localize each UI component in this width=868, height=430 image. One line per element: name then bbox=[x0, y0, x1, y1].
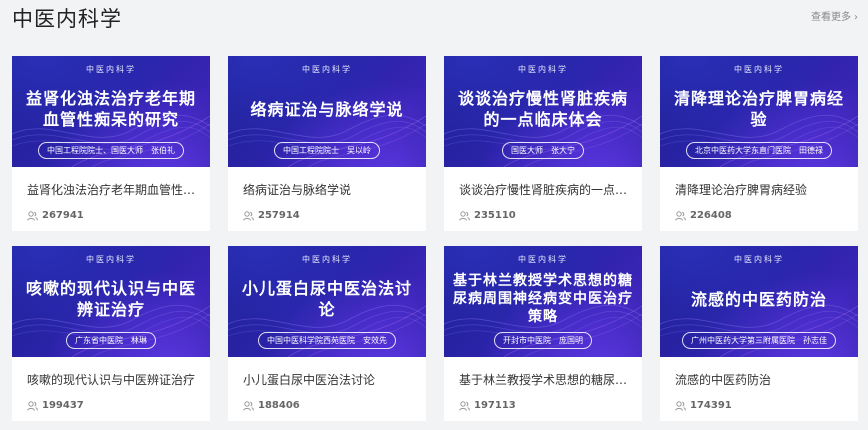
view-count-value: 188406 bbox=[258, 400, 300, 411]
cover-title: 络病证治与脉络学说 bbox=[250, 99, 404, 119]
cover-author-badge: 中国中医科学院西苑医院 安效先 bbox=[258, 332, 396, 349]
course-title[interactable]: 益肾化浊法治疗老年期血管性… bbox=[12, 167, 210, 198]
cover-category-label: 中医内科学 bbox=[518, 65, 568, 74]
course-title[interactable]: 络病证治与脉络学说 bbox=[228, 167, 426, 198]
cover-title: 流感的中医药防治 bbox=[690, 289, 827, 309]
course-cover[interactable]: 中医内科学 谈谈治疗慢性肾脏疾病的一点临床体会 国医大师 张大宁 bbox=[444, 56, 642, 167]
view-count: 226408 bbox=[660, 198, 858, 222]
cover-author-badge: 广州中医药大学第三附属医院 孙志佳 bbox=[682, 332, 836, 349]
course-grid: 中医内科学 益肾化浊法治疗老年期血管性痴呆的研究 中国工程院院士、国医大师 张伯… bbox=[12, 56, 858, 421]
course-card-6[interactable]: 中医内科学 小儿蛋白尿中医治法讨论 中国中医科学院西苑医院 安效先 小儿蛋白尿中… bbox=[228, 246, 426, 421]
course-cover[interactable]: 中医内科学 小儿蛋白尿中医治法讨论 中国中医科学院西苑医院 安效先 bbox=[228, 246, 426, 357]
view-count-value: 267941 bbox=[42, 210, 84, 221]
cover-author-badge: 中国工程院院士、国医大师 张伯礼 bbox=[38, 142, 184, 159]
course-cover[interactable]: 中医内科学 流感的中医药防治 广州中医药大学第三附属医院 孙志佳 bbox=[660, 246, 858, 357]
view-count: 199437 bbox=[12, 388, 210, 412]
cover-title: 清降理论治疗脾胃病经验 bbox=[673, 89, 844, 129]
viewers-icon bbox=[27, 210, 38, 221]
cover-title: 基于林兰教授学术思想的糖尿病周围神经病变中医治疗策略 bbox=[453, 273, 633, 325]
cover-title: 小儿蛋白尿中医治法讨论 bbox=[241, 279, 412, 319]
view-count: 267941 bbox=[12, 198, 210, 222]
cover-category-label: 中医内科学 bbox=[86, 255, 136, 264]
cover-category-label: 中医内科学 bbox=[734, 255, 784, 264]
view-more-link[interactable]: 查看更多 › bbox=[811, 11, 858, 25]
view-count-value: 235110 bbox=[474, 210, 516, 221]
viewers-icon bbox=[459, 210, 470, 221]
chevron-right-icon: › bbox=[854, 12, 858, 23]
view-count-value: 174391 bbox=[690, 400, 732, 411]
cover-title: 益肾化浊法治疗老年期血管性痴呆的研究 bbox=[25, 89, 196, 129]
view-count-value: 226408 bbox=[690, 210, 732, 221]
course-card-8[interactable]: 中医内科学 流感的中医药防治 广州中医药大学第三附属医院 孙志佳 流感的中医药防… bbox=[660, 246, 858, 421]
cover-author-badge: 广东省中医院 林琳 bbox=[66, 332, 156, 349]
course-card-2[interactable]: 中医内科学 络病证治与脉络学说 中国工程院院士 吴以岭 络病证治与脉络学说 25… bbox=[228, 56, 426, 231]
course-cover[interactable]: 中医内科学 清降理论治疗脾胃病经验 北京中医药大学东直门医院 田德禄 bbox=[660, 56, 858, 167]
viewers-icon bbox=[459, 400, 470, 411]
view-more-label: 查看更多 bbox=[811, 12, 851, 23]
course-cover[interactable]: 中医内科学 益肾化浊法治疗老年期血管性痴呆的研究 中国工程院院士、国医大师 张伯… bbox=[12, 56, 210, 167]
course-card-5[interactable]: 中医内科学 咳嗽的现代认识与中医辨证治疗 广东省中医院 林琳 咳嗽的现代认识与中… bbox=[12, 246, 210, 421]
cover-author-badge: 中国工程院院士 吴以岭 bbox=[274, 142, 380, 159]
view-count-value: 197113 bbox=[474, 400, 516, 411]
cover-category-label: 中医内科学 bbox=[302, 255, 352, 264]
cover-author-badge: 北京中医药大学东直门医院 田德禄 bbox=[686, 142, 832, 159]
course-title[interactable]: 基于林兰教授学术思想的糖尿… bbox=[444, 357, 642, 388]
view-count-value: 257914 bbox=[258, 210, 300, 221]
viewers-icon bbox=[675, 400, 686, 411]
cover-category-label: 中医内科学 bbox=[302, 65, 352, 74]
viewers-icon bbox=[675, 210, 686, 221]
cover-category-label: 中医内科学 bbox=[518, 255, 568, 264]
course-title[interactable]: 咳嗽的现代认识与中医辨证治疗 bbox=[12, 357, 210, 388]
view-count-value: 199437 bbox=[42, 400, 84, 411]
course-card-7[interactable]: 中医内科学 基于林兰教授学术思想的糖尿病周围神经病变中医治疗策略 开封市中医院 … bbox=[444, 246, 642, 421]
view-count: 174391 bbox=[660, 388, 858, 412]
view-count: 188406 bbox=[228, 388, 426, 412]
viewers-icon bbox=[243, 210, 254, 221]
course-card-3[interactable]: 中医内科学 谈谈治疗慢性肾脏疾病的一点临床体会 国医大师 张大宁 谈谈治疗慢性肾… bbox=[444, 56, 642, 231]
course-title[interactable]: 谈谈治疗慢性肾脏疾病的一点… bbox=[444, 167, 642, 198]
view-count: 235110 bbox=[444, 198, 642, 222]
cover-category-label: 中医内科学 bbox=[86, 65, 136, 74]
course-title[interactable]: 小儿蛋白尿中医治法讨论 bbox=[228, 357, 426, 388]
section-title: 中医内科学 bbox=[12, 7, 122, 31]
cover-author-badge: 开封市中医院 庞国明 bbox=[494, 332, 592, 349]
course-title[interactable]: 流感的中医药防治 bbox=[660, 357, 858, 388]
cover-category-label: 中医内科学 bbox=[734, 65, 784, 74]
view-count: 257914 bbox=[228, 198, 426, 222]
section-header: 中医内科学 查看更多 › bbox=[12, 0, 858, 38]
cover-title: 咳嗽的现代认识与中医辨证治疗 bbox=[25, 279, 196, 319]
course-title[interactable]: 清降理论治疗脾胃病经验 bbox=[660, 167, 858, 198]
cover-author-badge: 国医大师 张大宁 bbox=[502, 142, 584, 159]
course-card-1[interactable]: 中医内科学 益肾化浊法治疗老年期血管性痴呆的研究 中国工程院院士、国医大师 张伯… bbox=[12, 56, 210, 231]
course-cover[interactable]: 中医内科学 咳嗽的现代认识与中医辨证治疗 广东省中医院 林琳 bbox=[12, 246, 210, 357]
course-cover[interactable]: 中医内科学 基于林兰教授学术思想的糖尿病周围神经病变中医治疗策略 开封市中医院 … bbox=[444, 246, 642, 357]
view-count: 197113 bbox=[444, 388, 642, 412]
course-card-4[interactable]: 中医内科学 清降理论治疗脾胃病经验 北京中医药大学东直门医院 田德禄 清降理论治… bbox=[660, 56, 858, 231]
course-cover[interactable]: 中医内科学 络病证治与脉络学说 中国工程院院士 吴以岭 bbox=[228, 56, 426, 167]
viewers-icon bbox=[27, 400, 38, 411]
cover-title: 谈谈治疗慢性肾脏疾病的一点临床体会 bbox=[457, 89, 628, 129]
viewers-icon bbox=[243, 400, 254, 411]
